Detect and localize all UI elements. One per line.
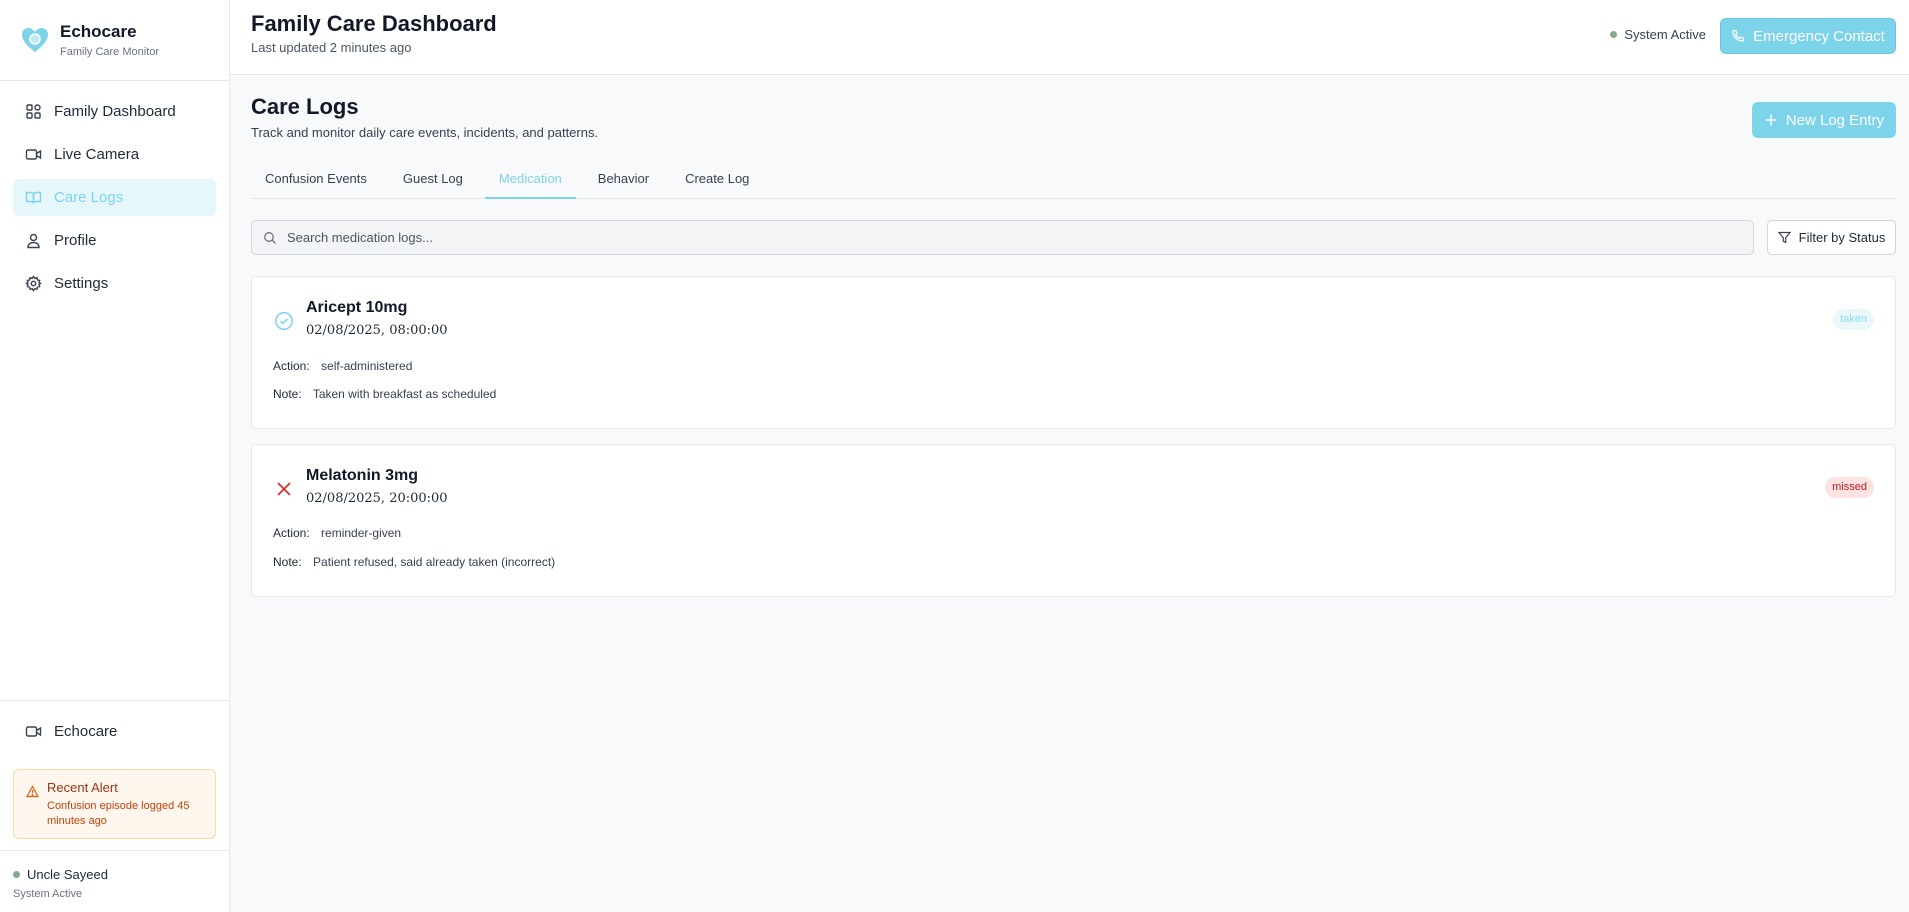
log-tabs: Confusion Events Guest Log Medication Be… bbox=[251, 159, 1896, 199]
page-header-title: Family Care Dashboard bbox=[251, 11, 497, 36]
last-updated: Last updated 2 minutes ago bbox=[251, 40, 412, 55]
tab-create-log[interactable]: Create Log bbox=[671, 159, 763, 199]
sidebar-item-label: Settings bbox=[54, 275, 109, 292]
plus-icon bbox=[1765, 114, 1777, 126]
medication-log-card[interactable]: Melatonin 3mg 02/08/2025, 20:00:00 misse… bbox=[251, 444, 1896, 597]
check-circle-icon bbox=[275, 312, 293, 330]
search-icon bbox=[264, 232, 276, 244]
sidebar-item-label: Profile bbox=[54, 232, 97, 249]
filter-by-status-label: Filter by Status bbox=[1798, 230, 1886, 245]
alert-title: Recent Alert bbox=[47, 780, 118, 795]
note-value: Taken with breakfast as scheduled bbox=[312, 387, 497, 401]
emergency-contact-button[interactable]: Emergency Contact bbox=[1720, 18, 1896, 54]
sidebar-item-live-camera[interactable]: Live Camera bbox=[13, 136, 216, 173]
log-timestamp: 02/08/2025, 08:00:00 bbox=[306, 323, 448, 338]
system-status: System Active bbox=[1610, 27, 1706, 42]
x-icon bbox=[277, 482, 291, 496]
new-log-entry-label: New Log Entry bbox=[1785, 111, 1885, 129]
main-content: Care Logs Track and monitor daily care e… bbox=[230, 75, 1909, 912]
recent-alert[interactable]: Recent Alert Confusion episode logged 45… bbox=[13, 769, 216, 839]
note-label: Note: bbox=[273, 555, 302, 569]
system-status-label: System Active bbox=[1624, 27, 1706, 42]
alert-text: Confusion episode logged 45 minutes ago bbox=[47, 800, 190, 827]
status-badge: missed bbox=[1825, 477, 1874, 498]
sidebar-item-profile[interactable]: Profile bbox=[13, 222, 216, 259]
app-name: Echocare bbox=[60, 22, 137, 41]
sidebar-item-settings[interactable]: Settings bbox=[13, 265, 216, 302]
tab-behavior[interactable]: Behavior bbox=[584, 159, 663, 199]
sidebar-item-family-dashboard[interactable]: Family Dashboard bbox=[13, 93, 216, 130]
action-label: Action: bbox=[273, 526, 310, 540]
tab-confusion-events[interactable]: Confusion Events bbox=[251, 159, 381, 199]
user-name: Uncle Sayeed bbox=[27, 867, 108, 882]
filter-by-status-button[interactable]: Filter by Status bbox=[1767, 220, 1896, 255]
new-log-entry-button[interactable]: New Log Entry bbox=[1752, 102, 1896, 138]
sidebar-item-label: Family Dashboard bbox=[54, 103, 176, 120]
gear-icon bbox=[25, 275, 42, 292]
sidebar-item-echocare[interactable]: Echocare bbox=[13, 713, 216, 750]
user-icon bbox=[27, 233, 40, 249]
status-dot-icon bbox=[1610, 31, 1618, 38]
brand[interactable]: Echocare Family Care Monitor bbox=[0, 0, 229, 81]
video-camera-icon bbox=[25, 149, 42, 160]
filter-icon bbox=[1777, 231, 1791, 244]
warning-icon bbox=[26, 785, 39, 798]
sidebar-item-label: Echocare bbox=[54, 723, 118, 740]
sidebar: Echocare Family Care Monitor Family Dash… bbox=[0, 0, 230, 912]
action-label: Action: bbox=[273, 359, 310, 373]
user-row: Uncle Sayeed bbox=[13, 867, 216, 882]
status-badge: taken bbox=[1833, 309, 1874, 330]
action-value: reminder-given bbox=[321, 526, 402, 540]
medication-name: Aricept 10mg bbox=[306, 299, 408, 316]
page-title: Care Logs bbox=[251, 94, 359, 119]
log-note: Note: Taken with breakfast as scheduled bbox=[273, 387, 496, 401]
note-value: Patient refused, said already taken (inc… bbox=[313, 555, 556, 569]
log-action: Action: reminder-given bbox=[273, 526, 401, 540]
log-timestamp: 02/08/2025, 20:00:00 bbox=[306, 491, 448, 506]
book-icon bbox=[25, 191, 42, 204]
log-note: Note: Patient refused, said already take… bbox=[273, 555, 555, 569]
heart-logo-icon bbox=[22, 28, 48, 52]
sidebar-item-care-logs[interactable]: Care Logs bbox=[13, 179, 216, 216]
action-value: self-administered bbox=[321, 359, 413, 373]
note-label: Note: bbox=[273, 387, 302, 401]
user-section: Uncle Sayeed System Active bbox=[0, 850, 229, 900]
emergency-contact-label: Emergency Contact bbox=[1753, 27, 1885, 45]
sidebar-nav: Family Dashboard Live Camera Care Logs P… bbox=[0, 81, 229, 320]
phone-icon bbox=[1732, 29, 1745, 42]
search-input[interactable] bbox=[287, 221, 1737, 254]
page-subtitle: Track and monitor daily care events, inc… bbox=[251, 125, 599, 140]
status-dot-icon bbox=[13, 871, 20, 878]
log-action: Action: self-administered bbox=[273, 359, 412, 373]
user-status: System Active bbox=[13, 888, 83, 900]
tab-guest-log[interactable]: Guest Log bbox=[389, 159, 477, 199]
medication-name: Melatonin 3mg bbox=[306, 467, 419, 484]
sidebar-item-label: Care Logs bbox=[54, 189, 124, 206]
top-header: Family Care Dashboard Last updated 2 min… bbox=[230, 0, 1909, 75]
video-camera-icon bbox=[25, 726, 42, 737]
grid-icon bbox=[26, 104, 41, 119]
app-subtitle: Family Care Monitor bbox=[60, 46, 160, 58]
search-box bbox=[251, 220, 1754, 255]
sidebar-item-label: Live Camera bbox=[54, 146, 140, 163]
medication-log-card[interactable]: Aricept 10mg 02/08/2025, 08:00:00 taken … bbox=[251, 276, 1896, 429]
tab-medication[interactable]: Medication bbox=[484, 159, 576, 199]
sidebar-footer: Echocare Recent Alert Confusion episode … bbox=[0, 700, 229, 839]
